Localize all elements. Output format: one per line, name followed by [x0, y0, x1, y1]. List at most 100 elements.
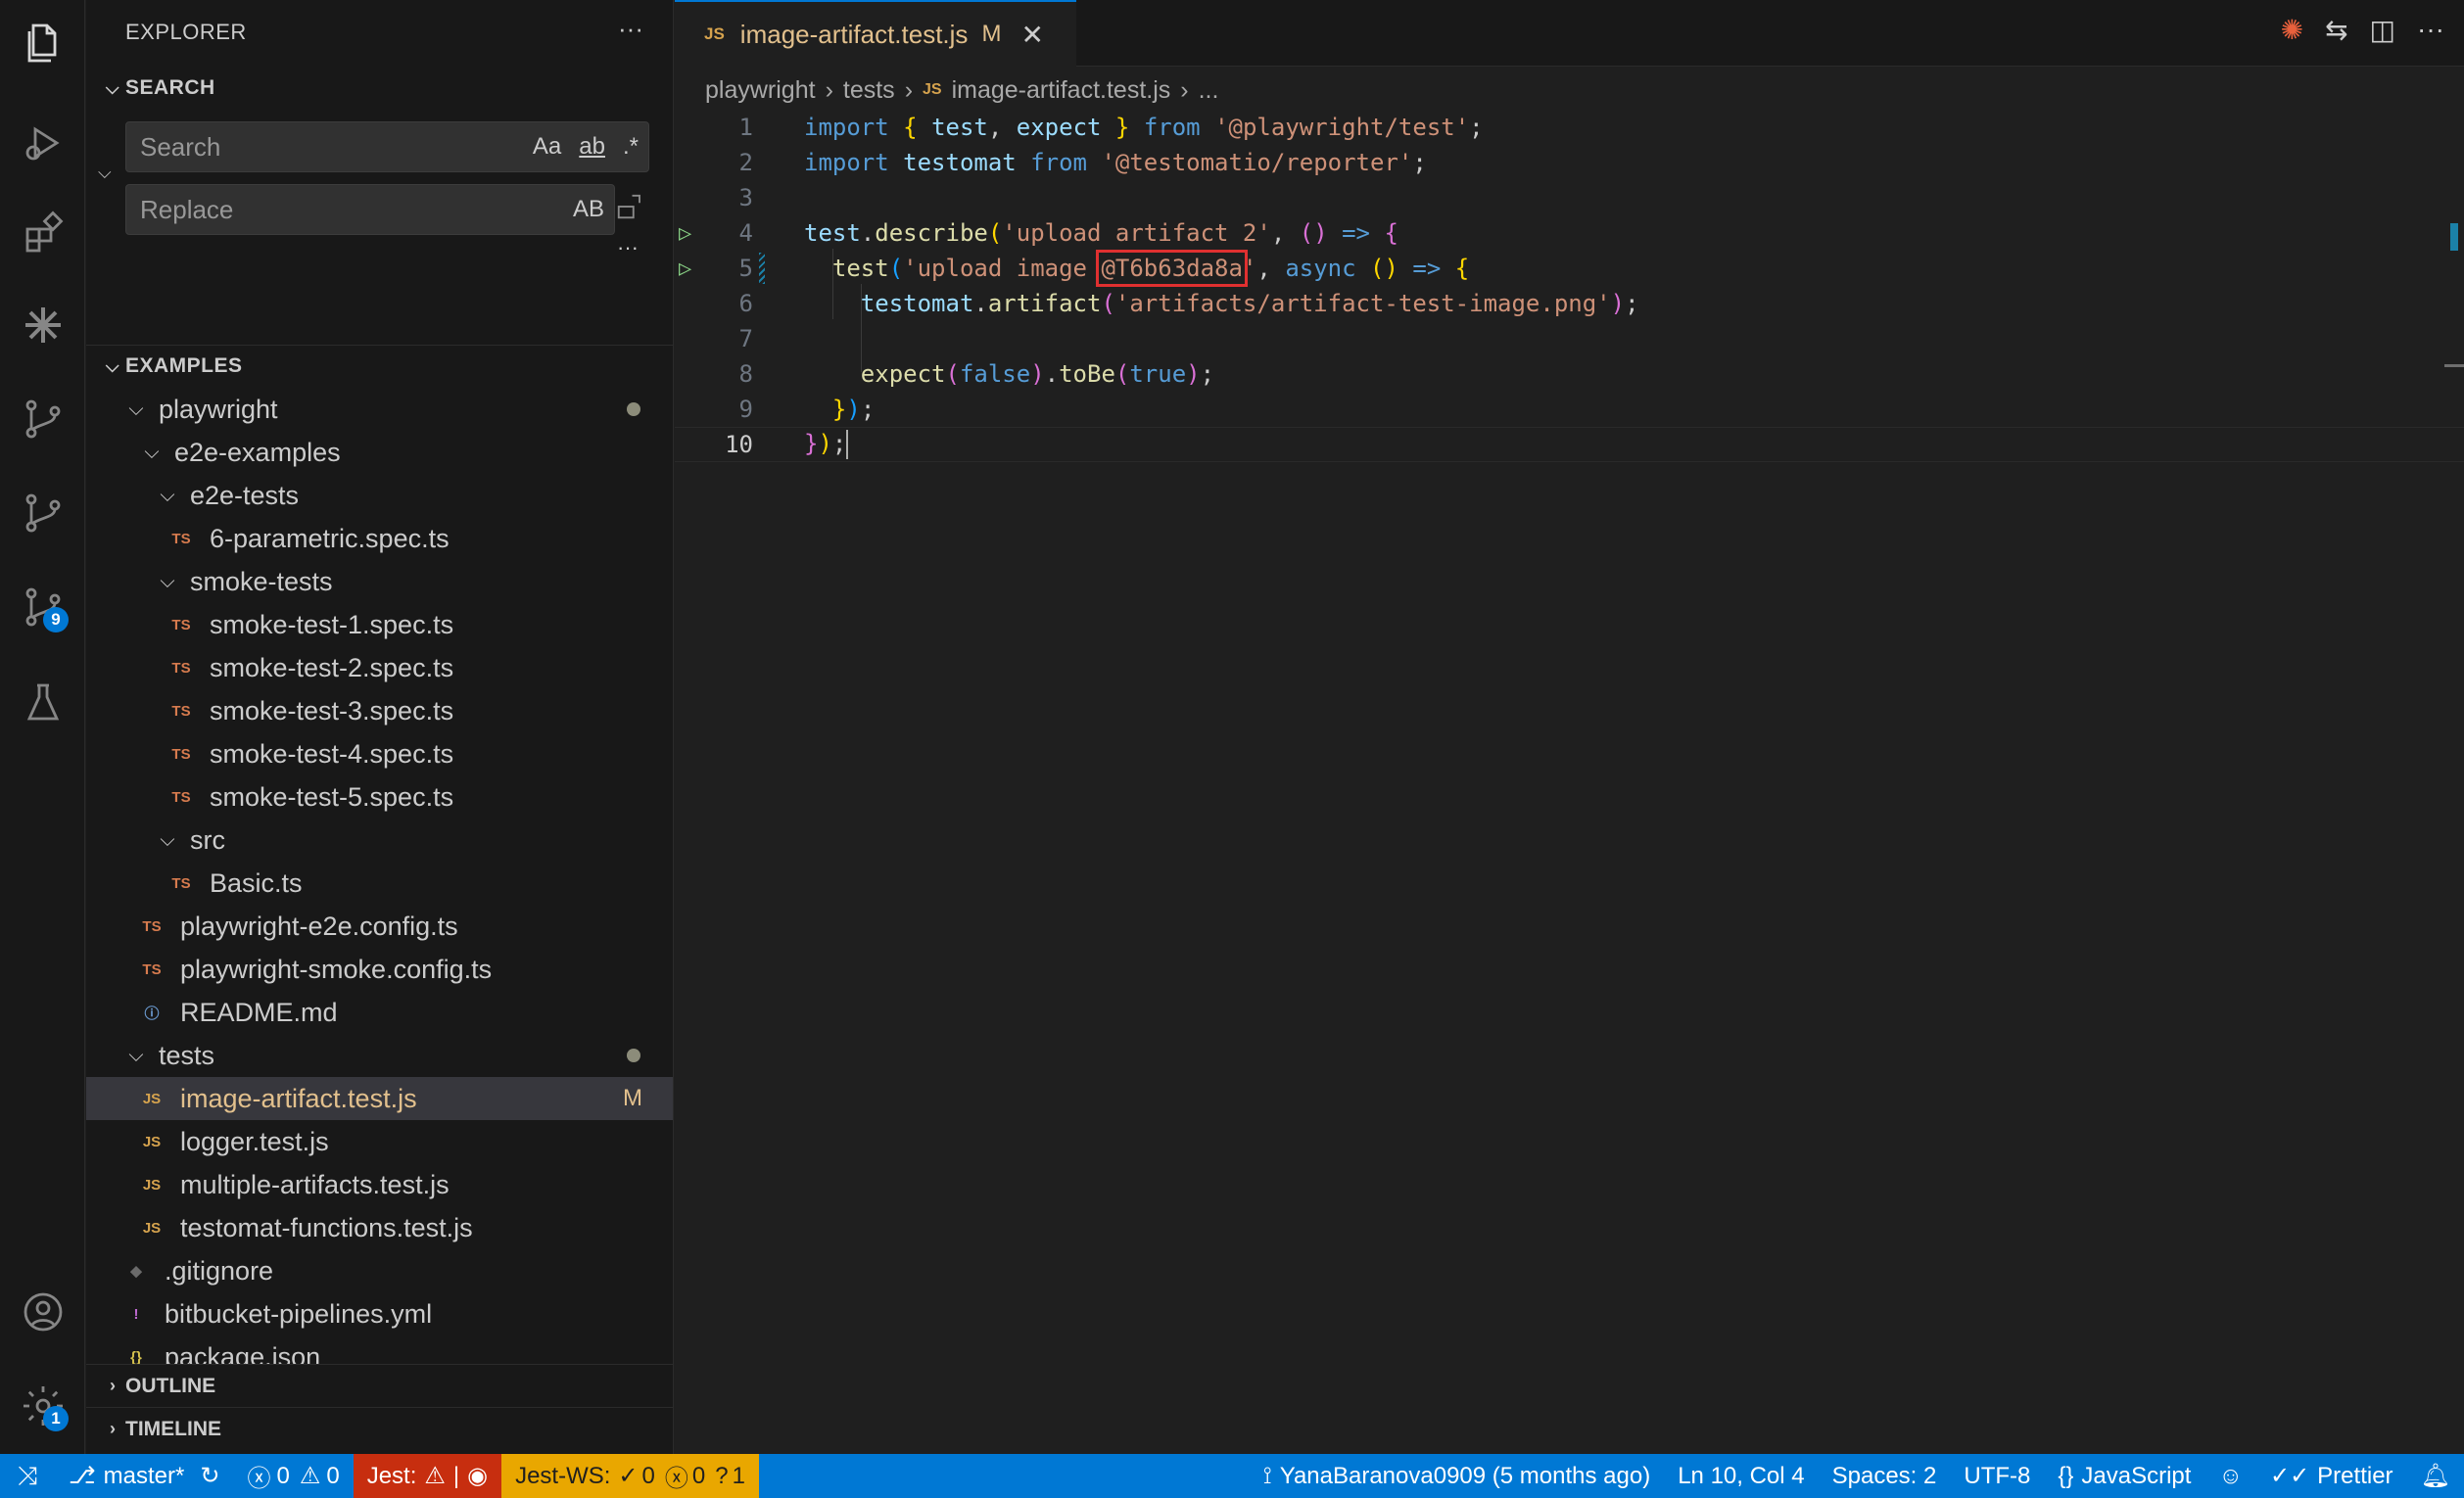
tree-item-label: smoke-tests [190, 566, 333, 596]
ts-file-icon: TS [142, 960, 162, 978]
tree-item-label: bitbucket-pipelines.yml [165, 1298, 433, 1329]
source-control-icon[interactable] [16, 392, 71, 446]
tree-item-e2e-tests[interactable]: ⌵ e2e-tests [86, 474, 673, 517]
line-number: 5 [738, 255, 753, 282]
tree-item-image-artifact-test-js[interactable]: JS image-artifact.test.js M [86, 1077, 673, 1120]
match-case-icon[interactable]: Aa [533, 133, 561, 161]
cursor-position[interactable]: Ln 10, Col 4 [1664, 1454, 1818, 1498]
chevron-right-icon: › [904, 75, 914, 104]
tree-item-tests[interactable]: ⌵ tests [86, 1034, 673, 1077]
outline-section-header[interactable]: › OUTLINE [86, 1364, 673, 1407]
tree-item-label: smoke-test-4.spec.ts [210, 738, 454, 769]
search-section-header[interactable]: ⌵ SEARCH [86, 69, 673, 108]
preserve-case-icon[interactable]: AB [573, 196, 604, 223]
breadcrumb-playwright[interactable]: playwright [705, 76, 816, 105]
tree-item-multiple-artifacts-test-js[interactable]: JS multiple-artifacts.test.js [86, 1163, 673, 1206]
close-icon[interactable]: ✕ [1020, 19, 1043, 51]
warning-icon: ⚠ [299, 1463, 321, 1489]
chevron-right-icon: › [110, 1419, 116, 1438]
search-input[interactable]: Search Aa ab .* [125, 121, 649, 172]
split-editor-icon[interactable]: ◫ [2370, 14, 2395, 46]
tree-item-smoke-test-4-spec-ts[interactable]: TS smoke-test-4.spec.ts [86, 732, 673, 775]
outline-label: OUTLINE [125, 1374, 216, 1397]
explorer-icon[interactable] [16, 16, 71, 70]
testing-icon[interactable] [16, 676, 71, 730]
tree-item-logger-test-js[interactable]: JS logger.test.js [86, 1120, 673, 1163]
copilot-icon[interactable]: ☺ [2204, 1454, 2256, 1498]
tree-item-playwright[interactable]: ⌵ playwright [86, 388, 673, 431]
test-id-highlight: @T6b63da8a [1096, 250, 1248, 287]
timeline-section-header[interactable]: › TIMELINE [86, 1407, 673, 1450]
replace-input[interactable]: Replace AB [125, 184, 615, 235]
ts-file-icon: TS [171, 788, 191, 806]
tree-item-6-parametric-spec-ts[interactable]: TS 6-parametric.spec.ts [86, 517, 673, 560]
tree-item-label: README.md [180, 997, 338, 1027]
more-actions-icon[interactable]: ··· [618, 14, 643, 44]
indentation[interactable]: Spaces: 2 [1819, 1454, 1951, 1498]
more-actions-icon[interactable]: ··· [2417, 14, 2444, 46]
line-number: 6 [738, 290, 753, 317]
settings-gear-icon[interactable]: 1 [16, 1379, 71, 1433]
search-details-icon[interactable]: ··· [617, 235, 639, 260]
language-mode[interactable]: {} JavaScript [2044, 1454, 2204, 1498]
tree-item-smoke-tests[interactable]: ⌵ smoke-tests [86, 560, 673, 603]
tree-item-label: e2e-tests [190, 480, 300, 510]
tree-item-smoke-test-5-spec-ts[interactable]: TS smoke-test-5.spec.ts [86, 775, 673, 819]
tree-item-playwright-smoke-config-ts[interactable]: TS playwright-smoke.config.ts [86, 948, 673, 991]
regex-icon[interactable]: .* [623, 133, 639, 161]
compare-changes-icon[interactable]: ⇆ [2325, 14, 2347, 46]
testomat-run-icon[interactable]: ✺ [2281, 14, 2303, 46]
jest-ws-status[interactable]: Jest-WS: ✓ 0 ⓧ 0 ? 1 [501, 1454, 759, 1498]
encoding[interactable]: UTF-8 [1950, 1454, 2044, 1498]
run-debug-icon[interactable] [16, 116, 71, 170]
tree-item-smoke-test-2-spec-ts[interactable]: TS smoke-test-2.spec.ts [86, 646, 673, 689]
code-line-6: 6 testomat.artifact('artifacts/artifact-… [675, 286, 2464, 321]
dirty-diff-indicator[interactable] [759, 253, 765, 284]
git-blame-status[interactable]: ⟟ YanaBaranova0909 (5 months ago) [1250, 1454, 1664, 1498]
tree-item-label: tests [159, 1040, 215, 1070]
tree-item-testomat-functions-test-js[interactable]: JS testomat-functions.test.js [86, 1206, 673, 1249]
modified-dot-icon [627, 402, 640, 416]
breadcrumb-symbols[interactable]: ... [1199, 76, 1219, 105]
tree-item-bitbucket-pipelines-yml[interactable]: ! bitbucket-pipelines.yml [86, 1292, 673, 1335]
sync-icon[interactable]: ↻ [200, 1462, 219, 1490]
tree-item-src[interactable]: ⌵ src [86, 819, 673, 862]
tree-item-e2e-examples[interactable]: ⌵ e2e-examples [86, 431, 673, 474]
examples-section-header[interactable]: ⌵ EXAMPLES [86, 347, 673, 386]
tab-image-artifact[interactable]: JS image-artifact.test.js M ✕ [675, 0, 1076, 67]
extensions-icon[interactable] [16, 206, 71, 260]
replace-all-icon[interactable] [615, 192, 644, 221]
line-number: 9 [738, 396, 753, 423]
code-editor[interactable]: 1 import { test, expect } from '@playwri… [675, 108, 2464, 1449]
tree-item-gitignore[interactable]: ◆ .gitignore [86, 1249, 673, 1292]
tree-item-basic-ts[interactable]: TS Basic.ts [86, 862, 673, 905]
blame-text: YanaBaranova0909 (5 months ago) [1279, 1462, 1651, 1489]
separator: | [452, 1462, 460, 1489]
branch-status[interactable]: ⎇ master* ↻ [55, 1454, 233, 1498]
tree-item-readme-md[interactable]: ⓘ README.md [86, 991, 673, 1034]
breadcrumb-tests[interactable]: tests [843, 76, 895, 105]
pass-icon: ✓ [618, 1463, 639, 1489]
activity-bar: 9 1 [0, 0, 85, 1454]
git-graph-icon[interactable] [16, 486, 71, 540]
line-number: 10 [725, 431, 753, 458]
problems-status[interactable]: ⓧ 0 ⚠ 0 [233, 1454, 353, 1498]
account-icon[interactable] [16, 1285, 71, 1339]
source-control-2-icon[interactable]: 9 [16, 580, 71, 634]
toggle-replace-chevron-icon[interactable]: ⌵ [98, 163, 112, 183]
tree-item-smoke-test-1-spec-ts[interactable]: TS smoke-test-1.spec.ts [86, 603, 673, 646]
match-whole-word-icon[interactable]: ab [579, 133, 605, 161]
fail-count: 0 [691, 1462, 706, 1489]
prettier-status[interactable]: ✓✓ Prettier [2256, 1454, 2407, 1498]
jest-status[interactable]: Jest: ⚠ | ◉ [353, 1454, 502, 1498]
chevron-down-icon: ⌵ [144, 441, 160, 463]
notifications-bell-icon[interactable]: 🔔︎ [2407, 1454, 2464, 1498]
tree-item-playwright-e2e-config-ts[interactable]: TS playwright-e2e.config.ts [86, 905, 673, 948]
remote-icon[interactable]: ⤨ [0, 1454, 55, 1498]
tree-item-label: e2e-examples [174, 437, 341, 467]
testomat-icon[interactable] [16, 298, 71, 352]
prettier-label: Prettier [2317, 1462, 2393, 1489]
tree-item-label: playwright [159, 394, 278, 424]
breadcrumb-file[interactable]: image-artifact.test.js [952, 76, 1171, 105]
tree-item-smoke-test-3-spec-ts[interactable]: TS smoke-test-3.spec.ts [86, 689, 673, 732]
